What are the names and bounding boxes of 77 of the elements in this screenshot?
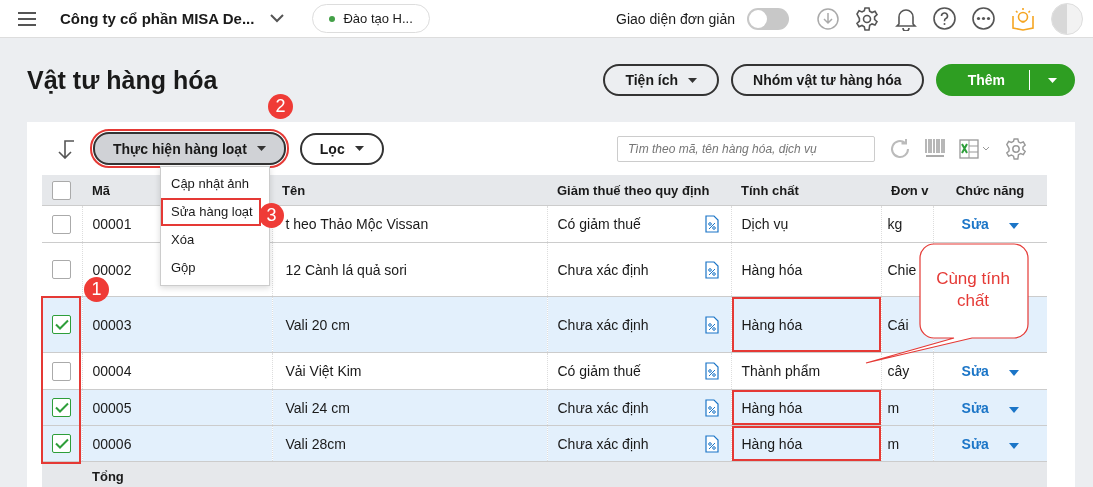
row-checkbox[interactable]: [52, 361, 71, 381]
total-label: Tổng: [82, 461, 272, 487]
select-all-checkbox[interactable]: [52, 180, 71, 200]
table-cell: 00005: [82, 389, 272, 426]
company-name[interactable]: Công ty cổ phần MISA De...: [60, 10, 255, 27]
simple-mode-label: Giao diện đơn giản: [616, 10, 735, 27]
table-cell: m: [881, 425, 933, 462]
caret-icon[interactable]: [1008, 442, 1019, 449]
menu-item[interactable]: Gộp: [161, 254, 204, 282]
table-cell: Hàng hóa: [731, 296, 881, 353]
table-cell: Vali 20 cm: [272, 296, 547, 353]
notification-bell-icon[interactable]: [895, 6, 917, 31]
caret-icon: [688, 77, 698, 83]
table-cell: 00004: [82, 352, 272, 390]
table-cell: 00006: [82, 425, 272, 462]
caret-icon: [256, 146, 266, 151]
table-cell: Hàng hóa: [731, 389, 881, 426]
caret-icon[interactable]: [1008, 406, 1019, 413]
row-checkbox[interactable]: [52, 260, 71, 279]
table-cell: Hàng hóa: [731, 425, 881, 462]
table-cell: Vali 24 cm: [272, 389, 547, 426]
edit-link[interactable]: Sửa: [961, 216, 989, 232]
caret-icon: [354, 146, 364, 151]
table-cell: Chưa xác định: [557, 399, 649, 416]
chevron-down-icon[interactable]: [270, 14, 285, 23]
table-cell: Có giảm thuế: [557, 216, 641, 232]
column-header: Đơn v: [881, 175, 933, 206]
table-cell: kg: [881, 205, 933, 243]
more-icon[interactable]: [972, 7, 995, 30]
sort-arrow-icon[interactable]: [57, 138, 75, 159]
page-title: Vật tư hàng hóa: [27, 65, 218, 95]
excel-export-icon[interactable]: [959, 138, 991, 159]
row-checkbox[interactable]: [52, 434, 71, 453]
tax-document-icon[interactable]: [704, 315, 719, 334]
caret-icon[interactable]: [1048, 77, 1057, 83]
table-cell: Dịch vụ: [731, 205, 881, 243]
search-field[interactable]: Tìm theo mã, tên hàng hóa, dịch vụ: [617, 135, 875, 162]
simple-mode-toggle[interactable]: [747, 7, 789, 30]
row-checkbox[interactable]: [52, 398, 71, 417]
table-cell: Hàng hóa: [731, 242, 881, 297]
table-cell: m: [881, 389, 933, 426]
callout-text: Cùng tính chất: [935, 268, 1011, 312]
column-header: Giảm thuế theo quy định: [547, 175, 731, 206]
column-header: Tính chất: [731, 175, 881, 206]
table-cell: 12 Cành lá quả sori: [272, 242, 547, 297]
tax-document-icon[interactable]: [704, 260, 719, 279]
table-cell: Chưa xác định: [557, 261, 649, 278]
edit-link[interactable]: Sửa: [961, 363, 989, 379]
settings-icon[interactable]: [855, 6, 879, 31]
help-icon[interactable]: [933, 7, 956, 30]
status-dot-icon: [329, 15, 336, 22]
caret-icon[interactable]: [1008, 223, 1019, 229]
tax-document-icon[interactable]: [704, 434, 719, 453]
tax-document-icon[interactable]: [704, 398, 719, 417]
table-cell: Có giảm thuế: [557, 363, 641, 379]
download-icon[interactable]: [817, 7, 839, 30]
bulk-action-button[interactable]: Thực hiện hàng loạt: [93, 132, 286, 165]
item-group-button[interactable]: Nhóm vật tư hàng hóa: [731, 64, 924, 96]
filter-button[interactable]: Lọc: [299, 132, 384, 165]
column-header: Tên: [272, 175, 547, 206]
edit-link[interactable]: Sửa: [961, 435, 989, 452]
table-cell: 00003: [82, 296, 272, 353]
table-cell: Vali 28cm: [272, 425, 547, 462]
column-header: Chức năng: [933, 175, 1047, 206]
tax-document-icon[interactable]: [704, 362, 719, 380]
table-cell: Vải Việt Kim: [272, 352, 547, 390]
menu-icon[interactable]: [18, 11, 36, 26]
table-cell: Chưa xác định: [557, 435, 649, 452]
caret-icon[interactable]: [1008, 370, 1019, 376]
row-checkbox[interactable]: [52, 315, 71, 334]
edit-link[interactable]: Sửa: [961, 399, 989, 416]
utilities-button[interactable]: Tiện ích: [603, 64, 720, 96]
step-badge: 2: [268, 94, 293, 119]
table-cell: Chưa xác định: [557, 316, 649, 333]
tax-document-icon[interactable]: [704, 215, 719, 233]
row-checkbox[interactable]: [52, 214, 71, 234]
barcode-icon[interactable]: [925, 138, 945, 159]
